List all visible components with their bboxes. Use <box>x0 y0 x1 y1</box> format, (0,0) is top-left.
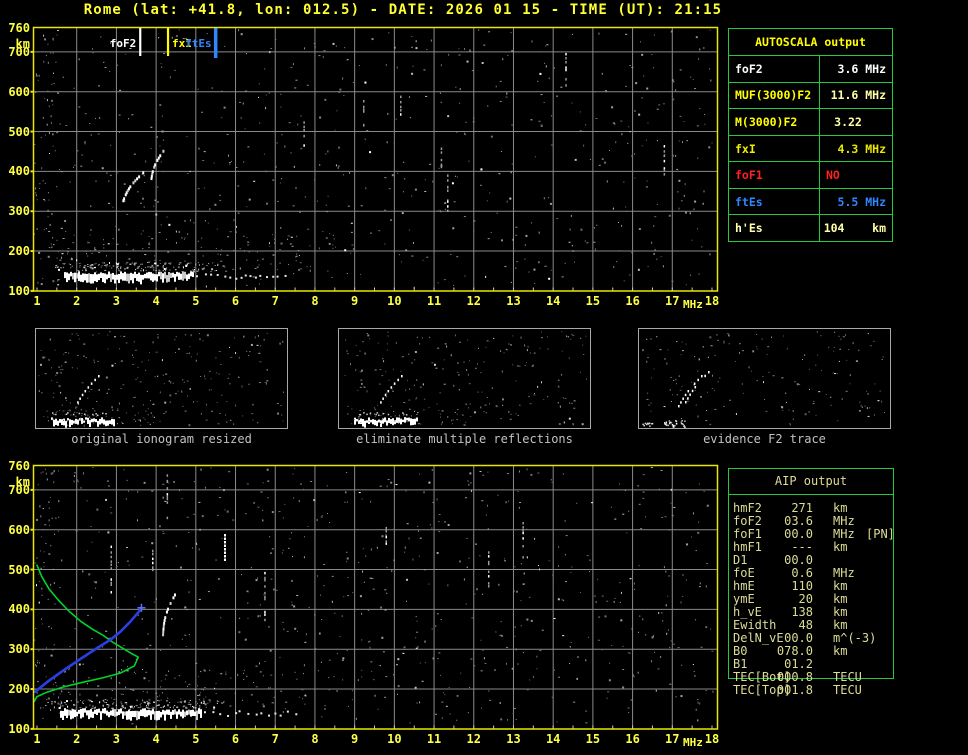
aip-row-B0: B0 078.0 km <box>733 645 893 658</box>
x-tick-label: 11 <box>426 732 442 746</box>
autoscala-row-fxI: fxI 4.3 MHz <box>729 135 892 163</box>
x-tick-label: 14 <box>545 294 561 308</box>
x-tick-label: 4 <box>152 294 160 308</box>
x-tick-label: 16 <box>625 294 640 308</box>
autoscala-row-value: 4.3 MHz <box>837 141 886 156</box>
autoscala-row-h'Es: h'Es 104 km <box>729 215 892 242</box>
autoscala-row-label: foF1 <box>729 162 820 188</box>
autoscala-row-label: foF2 <box>729 56 820 82</box>
aip-row-hmE: hmE 110 km <box>733 580 893 593</box>
y-tick-label: 200 <box>8 244 30 259</box>
autoscala-table-header: AUTOSCALA output <box>729 29 892 56</box>
x-tick-label: 7 <box>271 294 279 308</box>
y-tick-label: 700 <box>8 44 30 59</box>
x-tick-label: 16 <box>625 732 640 746</box>
y-tick-label: 500 <box>8 124 30 139</box>
aip-row-unit: km <box>833 540 848 554</box>
y-tick-label: 600 <box>8 84 30 99</box>
thumbnail-evidence-f2-trace <box>638 328 891 429</box>
autoscala-row-MUF(3000)F2: MUF(3000)F2 11.6 MHz <box>729 82 892 110</box>
x-tick-label: 12 <box>466 294 481 308</box>
autoscala-row-label: M(3000)F2 <box>729 109 820 135</box>
autoscala-row-value: 3.22 <box>834 114 862 129</box>
aip-row-extra: [PN] <box>866 527 895 541</box>
x-tick-label: 12 <box>466 732 481 746</box>
thumbnail-eliminate-reflections <box>338 328 591 429</box>
x-tick-label: 10 <box>387 732 402 746</box>
y-tick-label: 760 <box>8 459 30 473</box>
y-tick-label: 760 <box>8 21 30 35</box>
x-tick-label: 5 <box>192 294 200 308</box>
x-tick-label: 3 <box>112 294 121 308</box>
autoscala-row-ftEs: ftEs 5.5 MHz <box>729 188 892 216</box>
autoscala-row-label: h'Es <box>729 215 820 242</box>
autoscala-row-label: ftEs <box>729 188 820 215</box>
y-tick-label: 400 <box>8 164 30 179</box>
autoscala-screen: Rome (lat: +41.8, lon: 012.5) - DATE: 20… <box>0 0 968 755</box>
x-axis-unit-label: MHz <box>683 298 703 311</box>
caption-evidence-f2-trace: evidence F2 trace <box>703 432 826 446</box>
caption-original-ionogram: original ionogram resized <box>71 432 252 446</box>
x-tick-label: 1 <box>33 294 41 308</box>
thumbnail-original-ionogram <box>35 328 288 429</box>
caption-eliminate-reflections: eliminate multiple reflections <box>356 432 573 446</box>
autoscala-row-value: 104 km <box>823 221 886 236</box>
x-tick-label: 7 <box>271 732 279 746</box>
y-tick-label: 200 <box>8 682 30 697</box>
autoscala-row-foF2: foF2 3.6 MHz <box>729 56 892 83</box>
y-tick-label: 500 <box>8 562 30 577</box>
autoscala-row-value: 5.5 MHz <box>837 194 886 209</box>
autoscala-output-table: AUTOSCALA output foF2 3.6 MHz MUF(3000)F2 1… <box>728 28 893 242</box>
x-tick-label: 8 <box>311 294 319 308</box>
x-tick-label: 8 <box>311 732 319 746</box>
aip-row-hmF1: hmF1 --- km <box>733 541 893 554</box>
x-tick-label: 11 <box>426 294 442 308</box>
x-axis-unit-label: MHz <box>683 736 703 749</box>
x-tick-label: 5 <box>192 732 200 746</box>
bottom-ionogram-canvas <box>30 464 719 730</box>
aip-row-D1: D1 00.0 <box>733 554 893 567</box>
x-tick-label: 1 <box>33 732 41 746</box>
aip-table-header: AIP output <box>729 469 893 495</box>
x-tick-label: 2 <box>73 294 81 308</box>
x-tick-label: 15 <box>585 294 601 308</box>
x-tick-label: 2 <box>73 732 81 746</box>
aip-row-foE: foE 0.6 MHz <box>733 567 893 580</box>
y-tick-label: 600 <box>8 522 30 537</box>
aip-row-unit: TECU <box>833 683 862 697</box>
x-tick-label: 6 <box>231 732 240 746</box>
aip-row-value: 001.8 <box>776 683 813 697</box>
x-tick-label: 6 <box>231 294 240 308</box>
x-tick-label: 10 <box>387 294 402 308</box>
x-tick-label: 9 <box>351 732 359 746</box>
y-tick-label: 300 <box>8 204 30 219</box>
autoscala-row-value: NO <box>826 168 840 183</box>
marker-label-foF2: foF2 <box>109 37 137 50</box>
autoscala-row-label: fxI <box>729 135 820 162</box>
x-tick-label: 14 <box>545 732 561 746</box>
aip-output-rows: hmF2 271 km foF2 03.6 MHz foF1 00.0 MHz [PN] hmF1-… <box>733 502 895 697</box>
aip-row-DelN_vE: DelN_vE 00.0 m^(-3) <box>733 632 893 645</box>
y-tick-label: 400 <box>8 602 30 617</box>
x-tick-label: 13 <box>506 732 521 746</box>
x-tick-label: 3 <box>112 732 121 746</box>
autoscala-row-M(3000)F2: M(3000)F2 3.22 <box>729 109 892 136</box>
x-tick-label: 4 <box>152 732 160 746</box>
marker-label-ftEs: ftEs <box>185 37 212 50</box>
y-tick-label: 300 <box>8 642 30 657</box>
autoscala-row-value: 11.6 MHz <box>830 88 886 103</box>
y-tick-label: 700 <box>8 482 30 497</box>
page-title: Rome (lat: +41.8, lon: 012.5) - DATE: 20… <box>83 2 723 18</box>
autoscala-row-value: 3.6 MHz <box>837 61 886 76</box>
x-tick-label: 9 <box>351 294 359 308</box>
x-tick-label: 15 <box>585 732 601 746</box>
autoscala-row-foF1: foF1 NO <box>729 162 892 189</box>
x-tick-label: 13 <box>506 294 521 308</box>
aip-row-TEC[Top]: TEC[Top] 001.8 TECU <box>733 684 893 697</box>
autoscala-row-label: MUF(3000)F2 <box>729 82 820 109</box>
top-ionogram-canvas <box>30 26 719 292</box>
aip-row-unit: km <box>833 644 848 658</box>
